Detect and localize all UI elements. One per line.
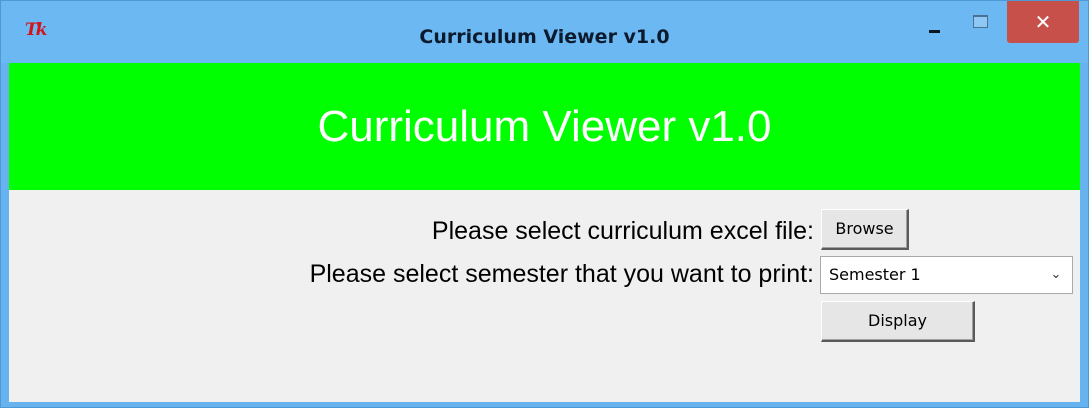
maximize-icon [973, 15, 988, 28]
display-button[interactable]: Display [821, 301, 975, 342]
banner-title: Curriculum Viewer v1.0 [317, 102, 772, 151]
header-banner: Curriculum Viewer v1.0 [9, 63, 1080, 190]
title-bar[interactable]: Tk Curriculum Viewer v1.0 ✕ [1, 1, 1088, 63]
semester-select-label: Please select semester that you want to … [309, 260, 814, 288]
maximize-button[interactable] [961, 1, 997, 41]
semester-selected-value: Semester 1 [829, 265, 921, 284]
close-button[interactable]: ✕ [1007, 1, 1079, 43]
client-area: Curriculum Viewer v1.0 Please select cur… [9, 63, 1080, 402]
semester-dropdown[interactable]: Semester 1 ⌄ [820, 256, 1073, 294]
minimize-button[interactable] [919, 1, 951, 41]
minimize-icon [929, 30, 940, 33]
file-select-label: Please select curriculum excel file: [431, 217, 814, 245]
browse-button[interactable]: Browse [821, 209, 909, 250]
app-window: Tk Curriculum Viewer v1.0 ✕ Curriculum V… [0, 0, 1089, 408]
close-icon: ✕ [1034, 10, 1052, 34]
chevron-down-icon[interactable]: ⌄ [1048, 257, 1064, 293]
